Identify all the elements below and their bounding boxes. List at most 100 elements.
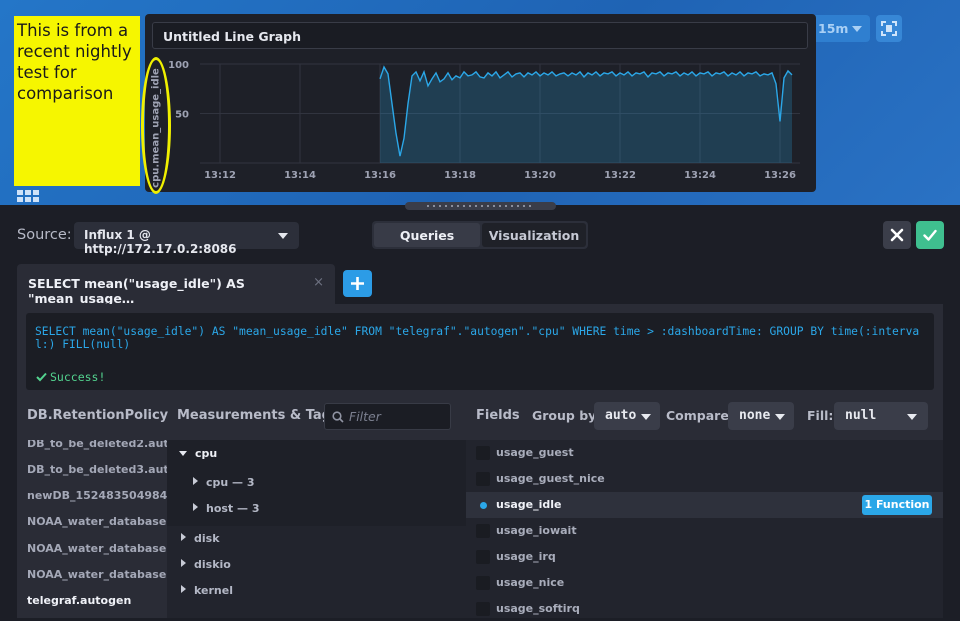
caret-right-icon (181, 533, 186, 541)
measurement-label: diskio (194, 558, 231, 571)
field-checkbox[interactable] (476, 602, 490, 616)
db-header: DB.RetentionPolicy (27, 408, 169, 423)
query-status-text: Success! (50, 370, 106, 384)
measurement-kernel[interactable]: kernel (181, 584, 233, 597)
field-checkbox[interactable] (476, 524, 490, 538)
selected-dot-icon[interactable] (480, 502, 487, 509)
caret-right-icon (193, 503, 198, 511)
measurement-diskio[interactable]: diskio (181, 558, 231, 571)
plus-icon (351, 277, 364, 290)
chevron-down-icon (907, 414, 917, 420)
list-item[interactable]: NOAA_water_database.autogen (27, 515, 167, 528)
tab-queries[interactable]: Queries (374, 223, 480, 247)
chevron-down-icon (641, 414, 651, 420)
field-checkbox[interactable] (476, 550, 490, 564)
y-tick-label: 100 (168, 60, 189, 71)
x-tick-label: 13:24 (684, 170, 716, 181)
group-by-label: Group by: (532, 408, 602, 423)
y-tick-label: 50 (175, 110, 189, 121)
list-item[interactable]: newDB_1524835049842.autogen (27, 489, 167, 502)
measurements-header: Measurements & Tags (177, 408, 339, 423)
mode-toggle: Queries Visualization (372, 221, 588, 249)
check-icon (923, 229, 937, 241)
list-item[interactable]: NOAA_water_database.RP_ (27, 568, 167, 581)
field-checkbox[interactable] (476, 446, 490, 460)
x-tick-label: 13:14 (284, 170, 316, 181)
measurement-label: cpu (195, 447, 218, 460)
field-row[interactable]: usage_iowait (466, 518, 943, 544)
measurement-label: kernel (194, 584, 233, 597)
filter-placeholder: Filter (349, 409, 381, 424)
group-by-value: auto (605, 408, 637, 423)
field-row[interactable]: usage_irq (466, 544, 943, 570)
fill-dropdown[interactable]: null (834, 402, 928, 430)
tag-cpu[interactable]: cpu — 3 (193, 476, 255, 489)
group-by-dropdown[interactable]: auto (594, 402, 660, 430)
field-row[interactable]: usage_softirq (466, 596, 943, 618)
list-item[interactable]: DB_to_be_deleted2.autogen (27, 440, 167, 450)
fields-list: usage_guest usage_guest_nice usage_idle … (466, 440, 943, 618)
chevron-down-icon (775, 414, 785, 420)
caret-down-icon (179, 451, 187, 456)
field-label: usage_iowait (496, 524, 577, 537)
field-row[interactable]: usage_guest_nice (466, 466, 943, 492)
caret-right-icon (181, 559, 186, 567)
compare-label: Compare: (666, 408, 734, 423)
measurement-cpu[interactable]: cpu (179, 447, 217, 460)
y-axis-label: cpu.mean_usage_idle (150, 68, 162, 188)
x-tick-label: 13:12 (204, 170, 236, 181)
source-label: Source: (17, 227, 72, 243)
add-query-button[interactable] (343, 270, 372, 297)
field-label: usage_softirq (496, 602, 580, 615)
series-area (380, 67, 792, 163)
check-icon (36, 372, 47, 382)
chevron-down-icon (278, 233, 288, 239)
list-item-selected[interactable]: telegraf.autogen (27, 594, 131, 607)
source-dropdown[interactable]: Influx 1 @ http://172.17.0.2:8086 (74, 222, 299, 256)
cancel-button[interactable] (883, 221, 911, 249)
query-tab[interactable]: SELECT mean("usage_idle") AS "mean_usage… (17, 264, 335, 306)
measurement-disk[interactable]: disk (181, 532, 220, 545)
fill-value: null (845, 408, 877, 423)
close-tab-icon[interactable]: × (313, 275, 324, 290)
tag-label: cpu — 3 (206, 476, 255, 489)
field-label: usage_irq (496, 550, 556, 563)
tab-visualization[interactable]: Visualization (482, 223, 586, 247)
caret-right-icon (181, 585, 186, 593)
list-item[interactable]: NOAA_water_database.RP_ (27, 542, 167, 555)
x-tick-label: 13:22 (604, 170, 636, 181)
field-label: usage_guest_nice (496, 472, 605, 485)
db-list: DB_to_be_deleted2.autogen DB_to_be_delet… (17, 440, 167, 618)
resize-handle[interactable] (405, 202, 556, 210)
compare-dropdown[interactable]: none (728, 402, 794, 430)
search-icon (332, 411, 344, 423)
tag-host[interactable]: host — 3 (193, 502, 260, 515)
source-value: Influx 1 @ http://172.17.0.2:8086 (84, 228, 237, 256)
field-checkbox[interactable] (476, 472, 490, 486)
query-text[interactable]: SELECT mean("usage_idle") AS "mean_usage… (35, 325, 925, 351)
measurements-list: cpu cpu — 3 host — 3 disk diskio kernel (167, 440, 466, 618)
caret-right-icon (193, 477, 198, 485)
field-row-selected[interactable]: usage_idle 1 Function (466, 492, 943, 518)
x-tick-label: 13:18 (444, 170, 476, 181)
field-row[interactable]: usage_guest (466, 440, 943, 466)
fill-label: Fill: (807, 408, 834, 423)
x-tick-label: 13:16 (364, 170, 396, 181)
close-icon (890, 228, 904, 242)
filter-input[interactable]: Filter (324, 403, 451, 430)
field-row[interactable]: usage_nice (466, 570, 943, 596)
x-tick-label: 13:26 (764, 170, 796, 181)
query-status: Success! (36, 370, 105, 384)
list-item[interactable]: DB_to_be_deleted3.autogen (27, 463, 167, 476)
measurement-label: disk (194, 532, 220, 545)
tag-label: host — 3 (206, 502, 260, 515)
function-badge[interactable]: 1 Function (862, 495, 932, 515)
confirm-button[interactable] (916, 221, 944, 249)
query-tab-title: SELECT mean("usage_idle") AS "mean_usage… (28, 276, 245, 306)
field-label: usage_nice (496, 576, 565, 589)
x-tick-label: 13:20 (524, 170, 556, 181)
field-label: usage_guest (496, 446, 574, 459)
compare-value: none (739, 408, 771, 423)
fields-header: Fields (476, 408, 520, 423)
field-checkbox[interactable] (476, 576, 490, 590)
